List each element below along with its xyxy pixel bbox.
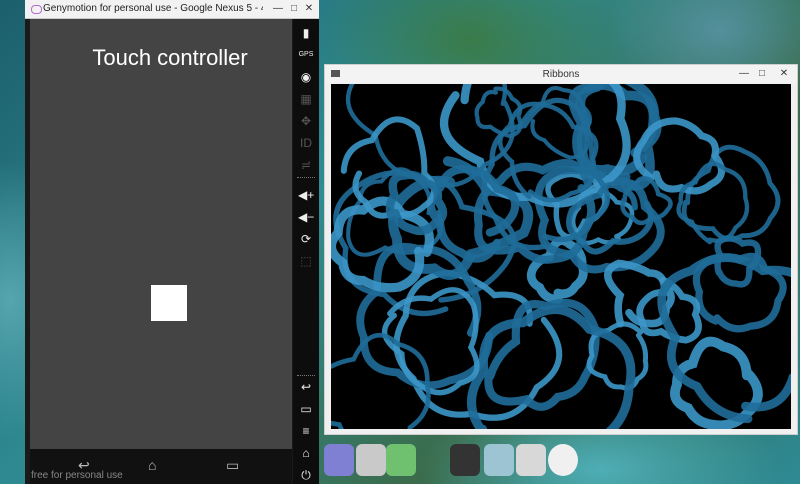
watermark-text: free for personal use [31, 470, 123, 481]
trash-icon[interactable] [516, 444, 546, 476]
maximize-button[interactable]: □ [287, 2, 301, 15]
battery-icon[interactable]: ▮ [298, 25, 314, 41]
protein-ribbon-render [331, 84, 791, 429]
genymotion-title-bar[interactable]: Genymotion for personal use - Google Nex… [25, 0, 319, 19]
menu-icon[interactable]: ≡ [298, 423, 314, 439]
nav-home-button[interactable]: ⌂ [148, 457, 156, 473]
move-icon[interactable]: ✥ [298, 113, 314, 129]
genymotion-logo-icon [31, 5, 42, 14]
gamepad-icon[interactable] [450, 444, 480, 476]
glass-icon[interactable] [484, 444, 514, 476]
genymotion-window-title: Genymotion for personal use - Google Nex… [43, 3, 263, 14]
volume-down-icon[interactable]: ◀− [298, 209, 314, 225]
clapper-icon[interactable]: ▦ [298, 91, 314, 107]
gears-icon[interactable] [356, 444, 386, 476]
clown-icon[interactable] [324, 444, 354, 476]
ribbons-close-button[interactable]: ✕ [777, 67, 791, 80]
rss-icon[interactable]: ≓ [298, 157, 314, 173]
ribbons-minimize-button[interactable]: — [737, 67, 751, 80]
genymotion-toolbar: ▮ GPS ◉ ▦ ✥ ID ≓ ◀+ ◀− ⟳ ⬚ ↩ ▭ ≡ ⌂ ⏻ [293, 19, 319, 484]
toolbar-separator [297, 177, 315, 178]
touch-square[interactable] [151, 285, 187, 321]
home-icon[interactable]: ⌂ [298, 445, 314, 461]
back-icon[interactable]: ↩ [298, 379, 314, 395]
nav-recent-button[interactable]: ▭ [226, 457, 239, 474]
device-screen[interactable]: Touch controller [30, 19, 292, 449]
robot-icon[interactable] [386, 444, 416, 476]
gps-icon[interactable]: GPS [298, 47, 314, 63]
ribbons-render-canvas[interactable] [331, 84, 791, 429]
clock-icon[interactable] [548, 444, 578, 476]
volume-up-icon[interactable]: ◀+ [298, 187, 314, 203]
rotate-icon[interactable]: ⟳ [298, 231, 314, 247]
id-icon[interactable]: ID [298, 135, 314, 151]
scale-icon[interactable]: ⬚ [298, 253, 314, 269]
desktop-dock [322, 440, 582, 484]
power-icon[interactable]: ⏻ [298, 467, 314, 483]
ribbons-maximize-button[interactable]: □ [755, 67, 769, 80]
app-title: Touch controller [92, 45, 248, 70]
ribbons-title-bar[interactable]: Ribbons — □ ✕ [325, 65, 797, 83]
ribbons-window-title: Ribbons [542, 69, 580, 80]
toolbar-separator [297, 375, 315, 376]
genymotion-window: Genymotion for personal use - Google Nex… [25, 0, 319, 484]
recent-apps-icon[interactable]: ▭ [298, 401, 314, 417]
close-button[interactable]: ✕ [302, 2, 316, 15]
ribbons-window: Ribbons — □ ✕ [324, 64, 798, 435]
minimize-button[interactable]: — [271, 2, 285, 15]
camera-icon[interactable]: ◉ [298, 69, 314, 85]
